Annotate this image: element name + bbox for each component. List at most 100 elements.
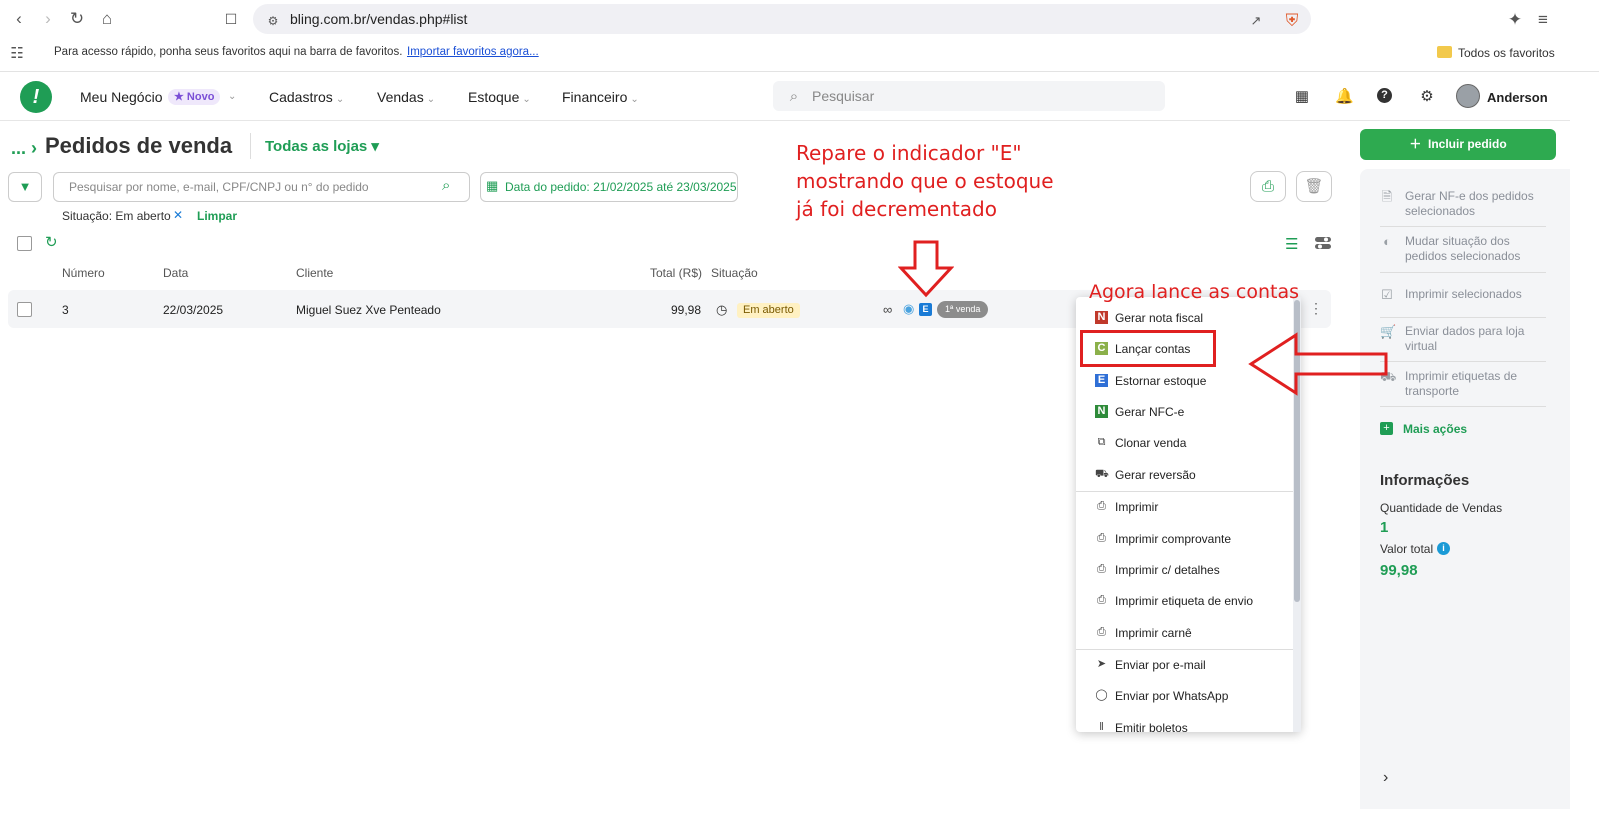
menu-item-imprimir-etiqueta[interactable]: ⎙ Imprimir etiqueta de envio [1076,586,1293,617]
bookmarks-hint: Para acesso rápido, ponha seus favoritos… [54,46,403,58]
sidebar-action-etiquetas-transporte[interactable]: ⛟ Imprimir etiquetas de transporte [1380,369,1546,407]
annotation-note-2: Agora lance as contas [1089,281,1300,303]
breadcrumb[interactable]: ... › [11,138,37,159]
menu-item-gerar-nfce[interactable]: N Gerar NFC-e [1076,397,1293,428]
sidebar-action-label: Enviar dados para loja virtual [1405,324,1525,353]
column-header-total[interactable]: Total (R$) [650,266,702,280]
sidebar-action-enviar-loja[interactable]: 🛒 Enviar dados para loja virtual [1380,324,1546,362]
menu-item-label: Imprimir [1115,500,1159,514]
first-sale-tag: 1ª venda [937,301,989,318]
date-filter-text: Data do pedido: 21/02/2025 até 23/03/202… [505,180,737,194]
bell-icon[interactable]: 🔔 [1335,88,1354,106]
annotation-note-line: já foi decrementado [796,197,997,221]
refresh-icon[interactable]: ↻ [45,233,58,251]
list-view-icon[interactable]: ☰ [1285,235,1298,253]
avatar[interactable] [1456,84,1480,108]
chevron-right-icon[interactable]: › [1383,769,1388,787]
stores-selector[interactable]: Todas as lojas ▾ [265,137,379,155]
bling-logo-icon[interactable]: ! [20,81,52,113]
all-bookmarks[interactable]: Todos os favoritos [1458,46,1555,60]
include-order-button[interactable]: ＋ Incluir pedido [1360,129,1556,160]
menu-item-imprimir-comprovante[interactable]: ⎙ Imprimir comprovante [1076,524,1293,555]
menu-item-gerar-reversao[interactable]: ⛟ Gerar reversão [1076,460,1293,491]
import-bookmarks-link[interactable]: Importar favoritos agora... [407,46,539,58]
clone-icon: ⧉ [1097,436,1106,448]
menu-item-label: Gerar NFC-e [1115,405,1185,419]
more-actions-link[interactable]: Mais ações [1403,422,1467,436]
toggle-view-icon[interactable] [1315,237,1331,249]
document-icon: 🗎 [1381,189,1393,204]
brave-shield-icon[interactable]: ⛨ [1281,10,1303,32]
filter-button[interactable]: ▼ [8,172,42,202]
calendar-icon: ▦ [486,178,499,193]
share-icon[interactable]: ↗ [1245,10,1267,32]
menu-item-label: Enviar por e-mail [1115,658,1206,672]
sidebar-action-mudar-situacao[interactable]: ◐ Mudar situação dos pedidos selecionado… [1380,234,1546,273]
column-header-status[interactable]: Situação [711,266,758,280]
printer-icon: ⎙ [1097,532,1106,544]
menu-item-clonar-venda[interactable]: ⧉ Clonar venda [1076,428,1293,459]
info-icon[interactable]: i [1437,542,1450,555]
status-badge: Em aberto [737,303,800,318]
gear-icon[interactable]: ⚙ [1418,88,1436,106]
search-icon[interactable]: ⌕ [442,177,450,194]
user-name[interactable]: Anderson [1487,90,1548,105]
menu-item-label: Gerar nota fiscal [1115,311,1204,325]
trash-icon: 🗑 [1304,178,1324,195]
column-header-date[interactable]: Data [163,266,188,280]
whatsapp-icon: ◯ [1095,689,1108,701]
row-actions-kebab-icon[interactable]: ⋮ [1309,300,1323,317]
remove-filter-icon[interactable]: ✕ [173,208,183,222]
menu-item-label: Enviar por WhatsApp [1115,689,1229,703]
annotation-left-arrow-icon [1248,332,1388,396]
apps-icon[interactable]: ▦ [1293,88,1311,106]
menu-item-label: Imprimir c/ detalhes [1115,563,1220,577]
menu-item-label: Imprimir comprovante [1115,532,1232,546]
back-icon[interactable]: ‹ [8,8,30,30]
stock-indicator-badge: E [919,303,932,316]
bookmark-icon[interactable]: ☐ [220,8,242,30]
nav-financeiro[interactable]: Financeiro ⌄ [562,89,639,105]
menu-item-emitir-boletos[interactable]: ‖ Emitir boletos [1076,713,1293,732]
url-text[interactable]: bling.com.br/vendas.php#list [290,11,467,27]
delete-button[interactable]: 🗑 [1296,171,1332,202]
menu-item-imprimir-detalhes[interactable]: ⎙ Imprimir c/ detalhes [1076,555,1293,586]
link-icon[interactable]: ∞ [883,302,892,317]
search-icon: ⌕ [789,88,799,105]
printer-icon: ⎙ [1097,594,1106,606]
folder-icon [1437,46,1452,58]
menu-item-enviar-email[interactable]: ➤ Enviar por e-mail [1076,650,1293,681]
menu-icon[interactable]: ≡ [1532,9,1554,31]
site-settings-icon[interactable]: ⚙ [262,10,284,32]
help-icon[interactable]: ? [1377,88,1392,103]
printer-icon: ⎙ [1097,500,1106,512]
home-icon[interactable]: ⌂ [96,8,118,30]
reload-icon[interactable]: ↻ [66,8,88,30]
select-all-checkbox[interactable] [17,236,32,251]
sidebar-action-gerar-nfe[interactable]: 🗎 Gerar NF-e dos pedidos selecionados [1380,189,1546,227]
menu-item-enviar-whatsapp[interactable]: ◯ Enviar por WhatsApp [1076,681,1293,712]
column-header-number[interactable]: Número [62,266,105,280]
extensions-icon[interactable]: ✦ [1504,9,1526,31]
sidebar-action-imprimir-selecionados[interactable]: ☑ Imprimir selecionados [1380,287,1546,318]
clear-filters-link[interactable]: Limpar [197,209,237,223]
row-checkbox[interactable] [17,302,32,317]
plus-square-icon: + [1380,422,1393,435]
menu-item-imprimir-carne[interactable]: ⎙ Imprimir carnê [1076,618,1293,649]
nav-cadastros[interactable]: Cadastros ⌄ [269,89,344,105]
sidebar-action-label: Imprimir etiquetas de transporte [1405,369,1518,398]
column-header-client[interactable]: Cliente [296,266,333,280]
chevron-down-icon[interactable]: ⌄ [228,91,236,102]
location-pin-icon[interactable]: ◉ [903,301,914,317]
clock-icon: ◷ [716,302,728,317]
nav-estoque[interactable]: Estoque ⌄ [468,89,531,105]
row-number: 3 [62,303,69,317]
nav-vendas[interactable]: Vendas ⌄ [377,89,435,105]
menu-item-imprimir[interactable]: ⎙ Imprimir [1076,492,1293,523]
nav-meu-negocio[interactable]: Meu Negócio [80,89,163,105]
forward-icon[interactable]: › [37,8,59,30]
page-title: Pedidos de venda [45,133,233,158]
apps-grid-icon[interactable]: ☷ [6,43,28,65]
print-button[interactable]: ⎙ [1250,171,1286,202]
nfce-icon: N [1095,405,1108,418]
